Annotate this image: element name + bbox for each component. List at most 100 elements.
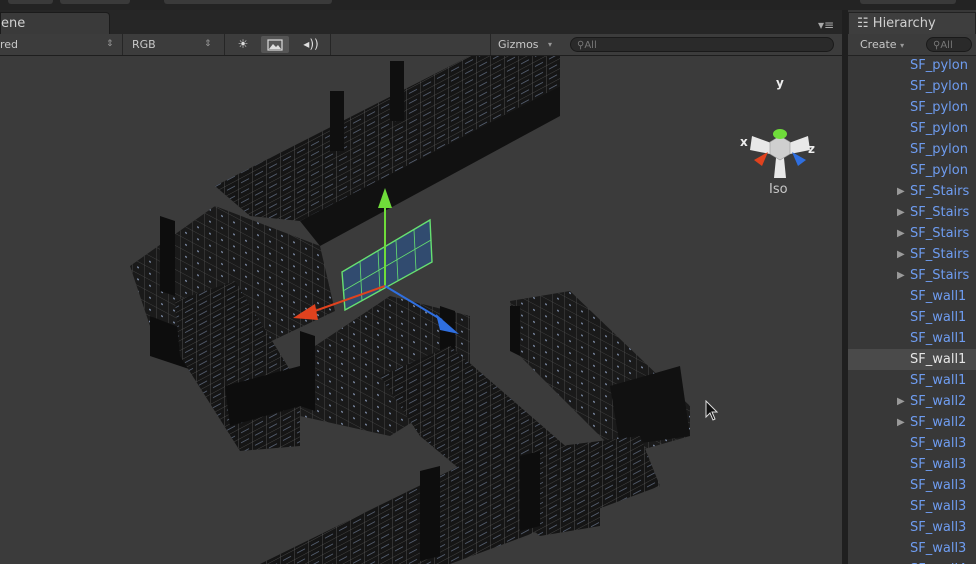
- wall-panel: [420, 466, 440, 561]
- expand-triangle-icon[interactable]: ▶: [897, 412, 905, 433]
- dropdown-arrows-icon: ⇕: [204, 39, 212, 49]
- hierarchy-item[interactable]: SF_wall3: [848, 475, 976, 496]
- scene-geometry: [130, 56, 810, 564]
- expand-triangle-icon[interactable]: ▶: [897, 391, 905, 412]
- hierarchy-item-label: SF_Stairs: [910, 268, 970, 283]
- hierarchy-item-label: SF_wall3: [910, 541, 967, 556]
- toolbar-edge: [8, 0, 53, 4]
- audio-icon[interactable]: ◂)): [297, 36, 325, 53]
- hierarchy-item-label: SF_Stairs: [910, 247, 970, 262]
- hierarchy-item[interactable]: SF_pylon: [848, 118, 976, 139]
- hierarchy-item[interactable]: ▶ SF_Stairs: [848, 202, 976, 223]
- hierarchy-item[interactable]: SF_wall3: [848, 433, 976, 454]
- tab-scene[interactable]: ene: [0, 12, 110, 34]
- create-dropdown[interactable]: Create ▾: [860, 34, 904, 55]
- gizmos-dropdown[interactable]: Gizmos ▾: [498, 34, 562, 55]
- hierarchy-item[interactable]: SF_wall1: [848, 370, 976, 391]
- hierarchy-item[interactable]: SF_wall3: [848, 517, 976, 538]
- hierarchy-item-label: SF_pylon: [910, 79, 968, 94]
- hierarchy-item[interactable]: SF_wall3: [848, 496, 976, 517]
- projection-label[interactable]: Iso: [769, 182, 788, 197]
- scene-search-placeholder: All: [584, 40, 597, 51]
- hierarchy-item[interactable]: ▶ SF_wall2: [848, 391, 976, 412]
- mouse-cursor-icon: [705, 400, 719, 421]
- hierarchy-item[interactable]: ▶ SF_wall4: [848, 559, 976, 564]
- hierarchy-item[interactable]: SF_pylon: [848, 160, 976, 181]
- hierarchy-item-label: SF_Stairs: [910, 184, 970, 199]
- wall-panel: [160, 216, 175, 296]
- expand-triangle-icon[interactable]: ▶: [897, 181, 905, 202]
- toolbar-edge: [164, 0, 332, 4]
- hierarchy-search-input[interactable]: ⚲All: [926, 37, 972, 52]
- hierarchy-item-label: SF_wall2: [910, 415, 967, 430]
- dropdown-arrows-icon: ⇕: [106, 39, 114, 49]
- expand-triangle-icon[interactable]: ▶: [897, 244, 905, 265]
- hierarchy-item-label: SF_Stairs: [910, 205, 970, 220]
- hierarchy-item-label: SF_wall1: [910, 373, 967, 388]
- panel-menu-icon[interactable]: ▾≡: [818, 18, 834, 32]
- toolbar-divider: [122, 34, 123, 55]
- gizmo-x-label: x: [740, 135, 748, 149]
- render-mode-dropdown[interactable]: RGB ⇕: [132, 34, 218, 55]
- hierarchy-icon: ☷: [857, 16, 873, 31]
- hierarchy-item[interactable]: SF_wall3: [848, 454, 976, 475]
- toolbar-divider: [224, 34, 225, 55]
- window-top-strip: [0, 0, 976, 10]
- chevron-down-icon: ▾: [548, 40, 553, 49]
- hierarchy-item[interactable]: SF_wall3: [848, 538, 976, 559]
- hierarchy-item[interactable]: SF_wall1: [848, 328, 976, 349]
- hierarchy-item[interactable]: SF_pylon: [848, 139, 976, 160]
- expand-triangle-icon[interactable]: ▶: [897, 223, 905, 244]
- shading-mode-value: red: [0, 38, 19, 51]
- hierarchy-item-label: SF_wall2: [910, 394, 967, 409]
- wall-panel: [520, 451, 540, 531]
- wall-panel: [510, 306, 520, 356]
- tab-hierarchy[interactable]: ☷ Hierarchy: [848, 12, 976, 34]
- hierarchy-item[interactable]: ▶ SF_Stairs: [848, 223, 976, 244]
- toolbar-divider: [330, 34, 331, 55]
- hierarchy-item-label: SF_wall3: [910, 457, 967, 472]
- scene-tab-label: ene: [1, 16, 26, 31]
- hierarchy-tab-label: Hierarchy: [872, 16, 936, 31]
- expand-triangle-icon[interactable]: ▶: [897, 202, 905, 223]
- hierarchy-item-label: SF_pylon: [910, 121, 968, 136]
- hierarchy-item-label: SF_wall1: [910, 352, 967, 367]
- toolbar-edge: [860, 0, 956, 4]
- hierarchy-item[interactable]: ▶ SF_Stairs: [848, 181, 976, 202]
- hierarchy-item[interactable]: SF_pylon: [848, 97, 976, 118]
- hierarchy-item[interactable]: SF_wall1: [848, 286, 976, 307]
- shading-mode-dropdown[interactable]: red ⇕: [0, 34, 118, 55]
- orientation-gizmo[interactable]: [750, 129, 810, 178]
- hierarchy-item-label: SF_Stairs: [910, 226, 970, 241]
- sun-icon[interactable]: ☀: [229, 36, 257, 53]
- scene-search-input[interactable]: ⚲All: [570, 37, 834, 52]
- hierarchy-item[interactable]: ▶ SF_Stairs: [848, 244, 976, 265]
- scene-tab-bar: [0, 10, 842, 34]
- hierarchy-item[interactable]: SF_wall1: [848, 307, 976, 328]
- expand-triangle-icon[interactable]: ▶: [897, 265, 905, 286]
- hierarchy-list: SF_pylon SF_pylon SF_pylon SF_pylon SF_pylon…: [848, 55, 976, 564]
- image-icon[interactable]: [261, 36, 289, 53]
- scene-viewport[interactable]: y x z Iso: [0, 56, 842, 564]
- hierarchy-item-label: SF_wall4: [910, 559, 966, 564]
- expand-triangle-icon[interactable]: ▶: [897, 559, 905, 564]
- hierarchy-item-label: SF_pylon: [910, 100, 968, 115]
- hierarchy-item[interactable]: ▶ SF_wall2: [848, 412, 976, 433]
- hierarchy-toolbar: Create ▾ ⚲All: [848, 34, 976, 56]
- hierarchy-item[interactable]: ▶ SF_Stairs: [848, 265, 976, 286]
- hierarchy-item-label: SF_pylon: [910, 163, 968, 178]
- hierarchy-item-label: SF_wall3: [910, 478, 967, 493]
- hierarchy-item-label: SF_pylon: [910, 142, 968, 157]
- gizmos-label: Gizmos: [498, 38, 539, 51]
- hierarchy-item-label: SF_wall3: [910, 499, 967, 514]
- hierarchy-item-label: SF_wall1: [910, 289, 967, 304]
- scene-toolbar: red ⇕ RGB ⇕ ☀ ◂)) Gizmos ▾ ⚲All: [0, 34, 842, 56]
- hierarchy-item[interactable]: SF_pylon: [848, 76, 976, 97]
- hierarchy-item-label: SF_pylon: [910, 58, 968, 73]
- hierarchy-item-label: SF_wall1: [910, 331, 967, 346]
- chevron-down-icon: ▾: [900, 41, 905, 50]
- hierarchy-search-placeholder: All: [940, 40, 953, 51]
- hierarchy-item[interactable]: SF_wall1: [848, 349, 976, 370]
- render-mode-value: RGB: [132, 38, 156, 51]
- hierarchy-item[interactable]: SF_pylon: [848, 55, 976, 76]
